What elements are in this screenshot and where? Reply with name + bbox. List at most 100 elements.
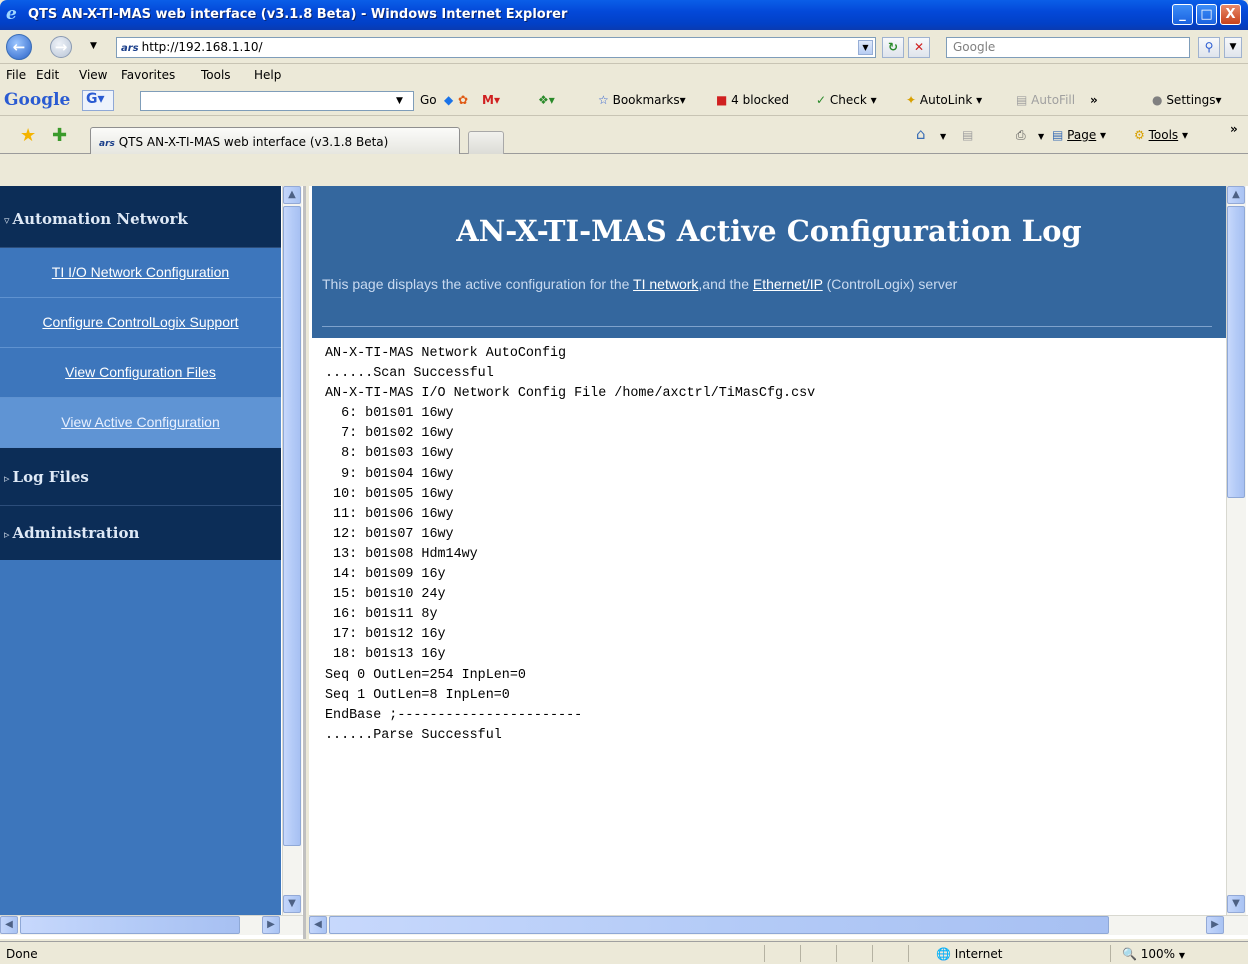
maximize-button[interactable]: □ (1196, 4, 1217, 25)
zoom-icon: 🔍 (1122, 947, 1137, 961)
scroll-right-icon[interactable]: ▶ (262, 916, 280, 934)
sidebar-section-automation-network[interactable]: ▿ Automation Network (0, 192, 281, 248)
sidebar-link[interactable]: View Configuration Files (65, 364, 216, 380)
google-go-button[interactable]: Go (420, 93, 437, 107)
autolink-label: AutoLink (919, 93, 973, 107)
search-button[interactable]: ⚲ (1198, 37, 1220, 58)
autolink-button[interactable]: ✦ AutoLink ▾ (906, 93, 982, 107)
print-dropdown-icon[interactable]: ▼ (1038, 132, 1044, 141)
home-icon[interactable]: ⌂ (916, 125, 926, 143)
scroll-down-icon[interactable]: ▼ (1227, 895, 1245, 913)
minimize-button[interactable]: _ (1172, 4, 1193, 25)
page-menu-button[interactable]: ▤ Page ▾ (1052, 128, 1106, 142)
ti-network-link[interactable]: TI network (633, 276, 698, 292)
google-apps-icon[interactable]: ❖▾ (538, 93, 555, 107)
toolbar-overflow-button[interactable]: » (1090, 93, 1098, 107)
popup-blocked-label: 4 blocked (731, 93, 790, 107)
status-divider (908, 945, 909, 962)
zoom-control[interactable]: 🔍 100% ▼ (1122, 947, 1185, 961)
stop-icon: ✕ (913, 40, 925, 54)
menu-help[interactable]: Help (254, 68, 281, 82)
bookmarks-button[interactable]: ☆ Bookmarks▾ (598, 93, 686, 107)
collapsed-triangle-icon: ▹ (4, 528, 10, 541)
log-line: Seq 1 OutLen=8 InpLen=0 (325, 687, 510, 703)
status-divider (836, 945, 837, 962)
sidebar-link[interactable]: TI I/O Network Configuration (52, 264, 229, 280)
log-line: ......Scan Successful (325, 366, 494, 382)
title-bar: e QTS AN-X-TI-MAS web interface (v3.1.8 … (0, 0, 1248, 30)
favorites-center-icon[interactable]: ★ (20, 125, 36, 146)
log-line: 10: b01s05 16wy (325, 486, 454, 502)
page-description: This page displays the active configurat… (322, 276, 957, 292)
address-dropdown-icon[interactable]: ▼ (858, 40, 873, 55)
google-pagerank-icon[interactable]: ✿ (458, 93, 468, 107)
search-options-dropdown[interactable]: ▼ (1224, 37, 1242, 58)
sidebar-item-view-active-configuration[interactable]: View Active Configuration (0, 398, 281, 448)
sidebar-item-view-configuration-files[interactable]: View Configuration Files (0, 348, 281, 398)
close-button[interactable]: X (1220, 4, 1241, 25)
search-input[interactable]: Google (946, 37, 1190, 58)
home-dropdown-icon[interactable]: ▼ (940, 132, 946, 141)
autolink-icon: ✦ (906, 93, 917, 107)
google-logo-text: Google (4, 90, 71, 110)
scroll-thumb[interactable] (1227, 206, 1245, 498)
gmail-icon[interactable]: M▾ (482, 93, 500, 107)
main-vertical-scrollbar[interactable]: ▲ ▼ (1226, 186, 1246, 915)
scroll-up-icon[interactable]: ▲ (283, 186, 301, 204)
sidebar-vertical-scrollbar[interactable]: ▲ ▼ (282, 186, 302, 915)
tools-menu-button[interactable]: ⚙ Tools ▾ (1134, 128, 1188, 142)
menu-tools[interactable]: Tools (201, 68, 231, 82)
google-logo[interactable]: Google (4, 90, 70, 110)
google-news-icon[interactable]: ◆ (444, 93, 453, 107)
scroll-thumb[interactable] (329, 916, 1109, 934)
autofill-button[interactable]: ▤ AutoFill (1016, 93, 1075, 107)
scroll-right-icon[interactable]: ▶ (1206, 916, 1224, 934)
menu-file[interactable]: File (6, 68, 26, 82)
forward-button[interactable]: → (50, 36, 72, 58)
settings-button[interactable]: ● Settings▾ (1152, 93, 1222, 107)
menu-edit[interactable]: Edit (36, 68, 59, 82)
autofill-icon: ▤ (1016, 93, 1028, 107)
tab-active[interactable]: ars QTS AN-X-TI-MAS web interface (v3.1.… (90, 127, 460, 154)
popup-blocker[interactable]: ■ 4 blocked (716, 93, 789, 107)
back-button[interactable]: ← (6, 34, 32, 60)
spellcheck-button[interactable]: ✓ Check ▾ (816, 93, 877, 107)
sidebar-link[interactable]: Configure ControlLogix Support (42, 314, 238, 330)
sidebar-background (0, 560, 281, 915)
sidebar-horizontal-scrollbar[interactable]: ◀ ▶ (0, 915, 303, 935)
navigation-frame: ▿ Automation Network TI I/O Network Confi… (0, 186, 306, 939)
site-favicon: ars (121, 43, 139, 54)
scroll-down-icon[interactable]: ▼ (283, 895, 301, 913)
popup-blocked-icon: ■ (716, 93, 728, 107)
stop-button[interactable]: ✕ (908, 37, 930, 58)
scroll-left-icon[interactable]: ◀ (0, 916, 18, 934)
command-overflow-button[interactable]: » (1230, 122, 1238, 136)
refresh-button[interactable]: ↻ (882, 37, 904, 58)
print-icon[interactable]: ⎙ (1016, 128, 1026, 143)
sidebar-link[interactable]: View Active Configuration (61, 414, 220, 430)
ethernet-ip-link[interactable]: Ethernet/IP (753, 276, 823, 292)
google-menu-button[interactable]: G▾ (82, 90, 114, 111)
scroll-left-icon[interactable]: ◀ (309, 916, 327, 934)
sidebar-item-configure-controllogix-support[interactable]: Configure ControlLogix Support (0, 298, 281, 348)
menu-favorites[interactable]: Favorites (121, 68, 175, 82)
feeds-icon[interactable]: ▤ (962, 128, 973, 142)
history-dropdown-icon[interactable]: ▼ (90, 41, 97, 51)
sidebar-item-ti-io-network-configuration[interactable]: TI I/O Network Configuration (0, 248, 281, 298)
google-search-input[interactable] (140, 91, 414, 111)
gear-icon: ⚙ (1134, 128, 1145, 142)
add-favorite-icon[interactable]: ✚ (52, 125, 67, 146)
main-horizontal-scrollbar[interactable]: ◀ ▶ (309, 915, 1248, 935)
sidebar-section-administration[interactable]: ▹ Administration (0, 506, 281, 562)
address-field[interactable]: ars http://192.168.1.10/ ▼ (116, 37, 876, 58)
menu-view[interactable]: View (79, 68, 107, 82)
google-search-dropdown-icon[interactable]: ▼ (396, 96, 403, 106)
zoom-level: 100% (1140, 947, 1176, 961)
log-line: EndBase ;----------------------- (325, 707, 583, 723)
security-zone[interactable]: 🌐 Internet (936, 947, 1002, 961)
scroll-thumb[interactable] (20, 916, 240, 934)
scroll-up-icon[interactable]: ▲ (1227, 186, 1245, 204)
sidebar-section-log-files[interactable]: ▹ Log Files (0, 450, 281, 506)
scroll-thumb[interactable] (283, 206, 301, 846)
new-tab-button[interactable] (468, 131, 504, 154)
